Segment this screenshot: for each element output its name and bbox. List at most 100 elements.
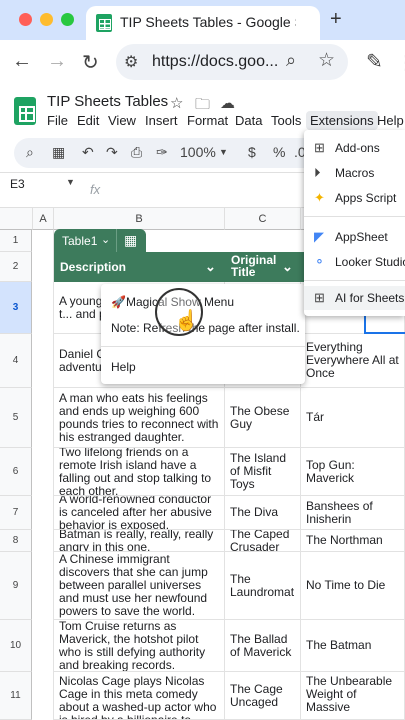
refresh-note-item[interactable]: Note: Refresh the page after install.	[101, 321, 305, 335]
cell-text: Nicolas Cage plays Nicolas Cage in this …	[59, 674, 217, 720]
description-cell[interactable]: A Chinese immigrant discovers that she c…	[54, 552, 225, 620]
new-title-cell[interactable]: The Batman	[301, 620, 405, 672]
undo-icon[interactable]: ↶	[82, 144, 94, 161]
zoom-caret-icon[interactable]: ▼	[219, 147, 228, 157]
new-title-cell[interactable]: The Unbearable Weight of Massive	[301, 672, 405, 720]
description-cell[interactable]: Batman is really, really, really angry i…	[54, 530, 225, 552]
row-header[interactable]: 5	[0, 388, 32, 448]
description-cell[interactable]: Nicolas Cage plays Nicolas Cage in this …	[54, 672, 225, 720]
column-a-cells[interactable]	[33, 230, 54, 720]
search-menus-icon[interactable]: ⌕	[26, 144, 34, 161]
menu-insert[interactable]: Insert	[145, 113, 178, 128]
magical-show-menu-item[interactable]: 🚀Magical Show Menu	[101, 295, 305, 309]
new-tab-button[interactable]: +	[330, 8, 342, 31]
table-calculator-icon[interactable]: ▦	[124, 232, 137, 249]
omnibox[interactable]: ⚙ https://docs.goo... ⌕ ☆	[116, 44, 348, 80]
menu-item-macros[interactable]: ⏵ Macros	[304, 161, 405, 185]
cell-text: A world-renowned conductor is canceled a…	[59, 496, 212, 530]
table-name-chip[interactable]: Table1 ⌄ ▦	[54, 229, 146, 253]
url-text[interactable]: https://docs.goo...	[152, 53, 278, 71]
row-header[interactable]: 3	[0, 282, 32, 334]
table-menu-caret-icon[interactable]: ⌄	[101, 233, 110, 246]
redo-icon[interactable]: ↷	[106, 144, 118, 161]
star-icon[interactable]: ☆	[170, 94, 183, 112]
new-title-cell[interactable]: Everything Everywhere All at Once	[301, 334, 405, 388]
new-title-cell[interactable]: Tár	[301, 388, 405, 448]
percent-format-button[interactable]: %	[273, 144, 285, 160]
selected-cell-e3[interactable]	[364, 314, 405, 334]
zoom-select[interactable]: 100%	[180, 144, 216, 160]
row-header[interactable]: 2	[0, 252, 32, 282]
description-dropdown-icon[interactable]: ⌄	[205, 259, 216, 275]
more-menu-icon[interactable]: ⋮	[396, 50, 405, 75]
row-header[interactable]: 10	[0, 620, 32, 672]
cell-text: The Laundromat	[230, 571, 295, 599]
column-header-a[interactable]: A	[33, 208, 54, 230]
original-title-cell[interactable]: The Island of Misfit Toys	[225, 448, 301, 496]
zoom-icon[interactable]: ⌕	[286, 50, 296, 71]
row-header[interactable]: 11	[0, 672, 32, 720]
row-header[interactable]: 4	[0, 334, 32, 388]
document-title[interactable]: TIP Sheets Tables	[47, 93, 168, 110]
column-header-b[interactable]: B	[54, 208, 225, 230]
minimize-window-button[interactable]	[40, 13, 53, 26]
new-title-cell[interactable]: No Time to Die	[301, 552, 405, 620]
menu-item-add-ons[interactable]: ⊞ Add-ons	[304, 136, 405, 160]
menu-format[interactable]: Format	[187, 113, 228, 128]
original-title-cell[interactable]: The Diva	[225, 496, 301, 530]
row-header[interactable]: 8	[0, 530, 32, 552]
site-settings-icon[interactable]: ⚙	[124, 52, 138, 72]
reload-icon[interactable]: ↻	[82, 50, 99, 75]
sheets-logo-icon[interactable]	[14, 97, 36, 125]
name-box[interactable]: E3	[10, 177, 25, 191]
bookmark-star-icon[interactable]: ☆	[318, 49, 335, 72]
menu-data[interactable]: Data	[235, 113, 262, 128]
menu-item-label: Macros	[335, 166, 375, 180]
table-icon[interactable]: ▦	[52, 144, 65, 161]
menu-extensions[interactable]: Extensions	[306, 111, 378, 130]
description-cell[interactable]: A world-renowned conductor is canceled a…	[54, 496, 225, 530]
menu-item-looker-studio[interactable]: ⚬ Looker Studio	[304, 250, 405, 274]
row-header[interactable]: 6	[0, 448, 32, 496]
new-title-cell[interactable]: Top Gun: Maverick	[301, 448, 405, 496]
forward-arrow-icon[interactable]: →	[47, 50, 67, 73]
header-original-title[interactable]: Original Title	[231, 254, 287, 278]
print-icon[interactable]: ⎙	[131, 144, 142, 161]
close-window-button[interactable]	[19, 13, 32, 26]
header-description[interactable]: Description	[60, 260, 126, 274]
row-header[interactable]: 1	[0, 230, 32, 252]
menu-file[interactable]: File	[47, 113, 68, 128]
name-box-caret-icon[interactable]: ▼	[66, 177, 75, 187]
menu-tools[interactable]: Tools	[271, 113, 301, 128]
description-cell[interactable]: Two lifelong friends on a remote Irish i…	[54, 448, 225, 496]
select-all-corner[interactable]	[0, 208, 33, 230]
browser-tab[interactable]: TIP Sheets Tables - Google Sheets	[86, 6, 320, 40]
original-title-cell[interactable]: The Obese Guy	[225, 388, 301, 448]
menu-edit[interactable]: Edit	[77, 113, 99, 128]
back-arrow-icon[interactable]: ←	[12, 50, 32, 73]
currency-format-button[interactable]: $	[248, 144, 256, 160]
original-title-cell[interactable]: The Caped Crusader	[225, 530, 301, 552]
table-name[interactable]: Table1	[62, 234, 97, 248]
original-title-dropdown-icon[interactable]: ⌄	[282, 259, 293, 275]
menu-item-label: AI for Sheets™	[335, 291, 405, 305]
new-title-cell[interactable]: Banshees of Inisherin	[301, 496, 405, 530]
paint-format-icon[interactable]: ✑	[156, 144, 168, 161]
row-header[interactable]: 9	[0, 552, 32, 620]
menu-help[interactable]: Help	[377, 113, 404, 128]
new-title-cell[interactable]: The Northman	[301, 530, 405, 552]
eyedropper-extension-icon[interactable]: ✎	[366, 49, 383, 74]
row-header[interactable]: 7	[0, 496, 32, 530]
menu-item-apps-script[interactable]: ✦ Apps Script	[304, 186, 405, 210]
description-cell[interactable]: A man who eats his feelings and ends up …	[54, 388, 225, 448]
column-header-c[interactable]: C	[225, 208, 301, 230]
original-title-cell[interactable]: The Laundromat	[225, 552, 301, 620]
menu-view[interactable]: View	[108, 113, 136, 128]
original-title-cell[interactable]: The Cage Uncaged	[225, 672, 301, 720]
menu-item-appsheet[interactable]: ◤ AppSheet	[304, 225, 405, 249]
help-item[interactable]: Help	[101, 360, 305, 374]
description-cell[interactable]: Tom Cruise returns as Maverick, the hots…	[54, 620, 225, 672]
menu-item-ai-for-sheets[interactable]: ⊞ AI for Sheets™	[304, 286, 405, 310]
original-title-cell[interactable]: The Ballad of Maverick	[225, 620, 301, 672]
maximize-window-button[interactable]	[61, 13, 74, 26]
